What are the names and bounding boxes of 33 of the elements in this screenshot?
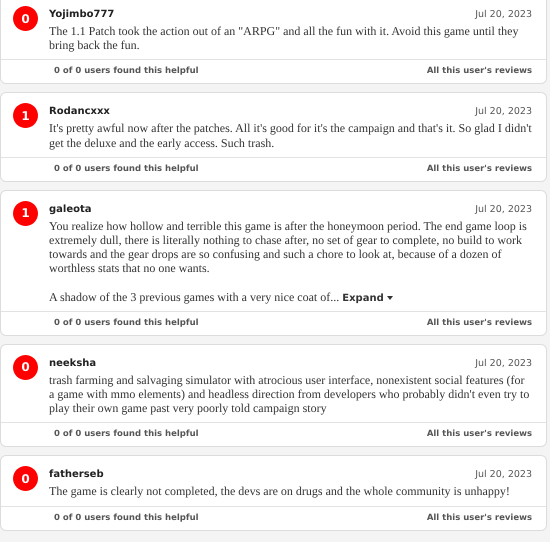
helpful-count: 0 of 0 users found this helpful	[54, 429, 199, 440]
all-reviews-link[interactable]: All this user's reviews	[426, 164, 532, 174]
score-badge: 1	[13, 103, 38, 128]
username: galeota	[49, 204, 92, 215]
review-text: trash farming and salvaging simulator with atrocious user interface, nonexistent social features (for a game with mmo elements) and headless direction from developers who probably didn't even try to play their own game past very poorly told campaign story	[49, 372, 530, 416]
review-text: The game is clearly not completed, the devs are on drugs and the whole community is unhappy!	[49, 484, 511, 499]
username: neeksha	[49, 358, 96, 369]
helpful-count: 0 of 0 users found this helpful	[54, 318, 199, 328]
review-date: Jul 20, 2023	[475, 469, 532, 480]
caret-icon	[387, 296, 394, 300]
username: Yojimbo777	[49, 9, 114, 20]
all-reviews-link[interactable]: All this user's reviews	[426, 429, 532, 440]
review-date: Jul 20, 2023	[475, 106, 532, 118]
username: fatherseb	[49, 469, 104, 480]
score-badge: 0	[13, 354, 38, 380]
review-text: It's pretty awful now after the patches. All it's good for it's the campaign and that's it. So glad I didn't get the deluxe and the early access. Such trash.	[49, 121, 532, 150]
all-reviews-link[interactable]: All this user's reviews	[426, 318, 532, 328]
all-reviews-link[interactable]: All this user's reviews	[426, 66, 532, 76]
review-date: Jul 20, 2023	[475, 204, 532, 215]
review-text: A shadow of the 3 previous games with a very nice coat of...	[49, 290, 340, 304]
review-text: The 1.1 Patch took the action out of an "ARPG" and all the fun with it. Avoid this game until they bring back the fun.	[49, 24, 520, 52]
all-reviews-link[interactable]: All this user's reviews	[426, 512, 532, 523]
review-date: Jul 20, 2023	[475, 358, 532, 369]
score-badge: 1	[13, 200, 38, 226]
helpful-count: 0 of 0 users found this helpful	[54, 512, 199, 523]
helpful-count: 0 of 0 users found this helpful	[54, 164, 199, 174]
review-text: You realize how hollow and terrible this game is after the honeymoon period. The end game loop is extremely dull, there is literally nothing to chase after, no set of gear to complete, no build to work towards and the gear drops are so confusing and such a chore to look at, because of a dozen of worthless stats that no one wants.	[49, 218, 528, 276]
username: Rodancxxx	[49, 106, 110, 118]
helpful-count: 0 of 0 users found this helpful	[54, 66, 199, 76]
review-date: Jul 20, 2023	[475, 9, 532, 20]
score-badge: 0	[13, 6, 38, 31]
score-badge: 0	[13, 466, 38, 492]
expand-button[interactable]: Expand	[342, 292, 394, 304]
